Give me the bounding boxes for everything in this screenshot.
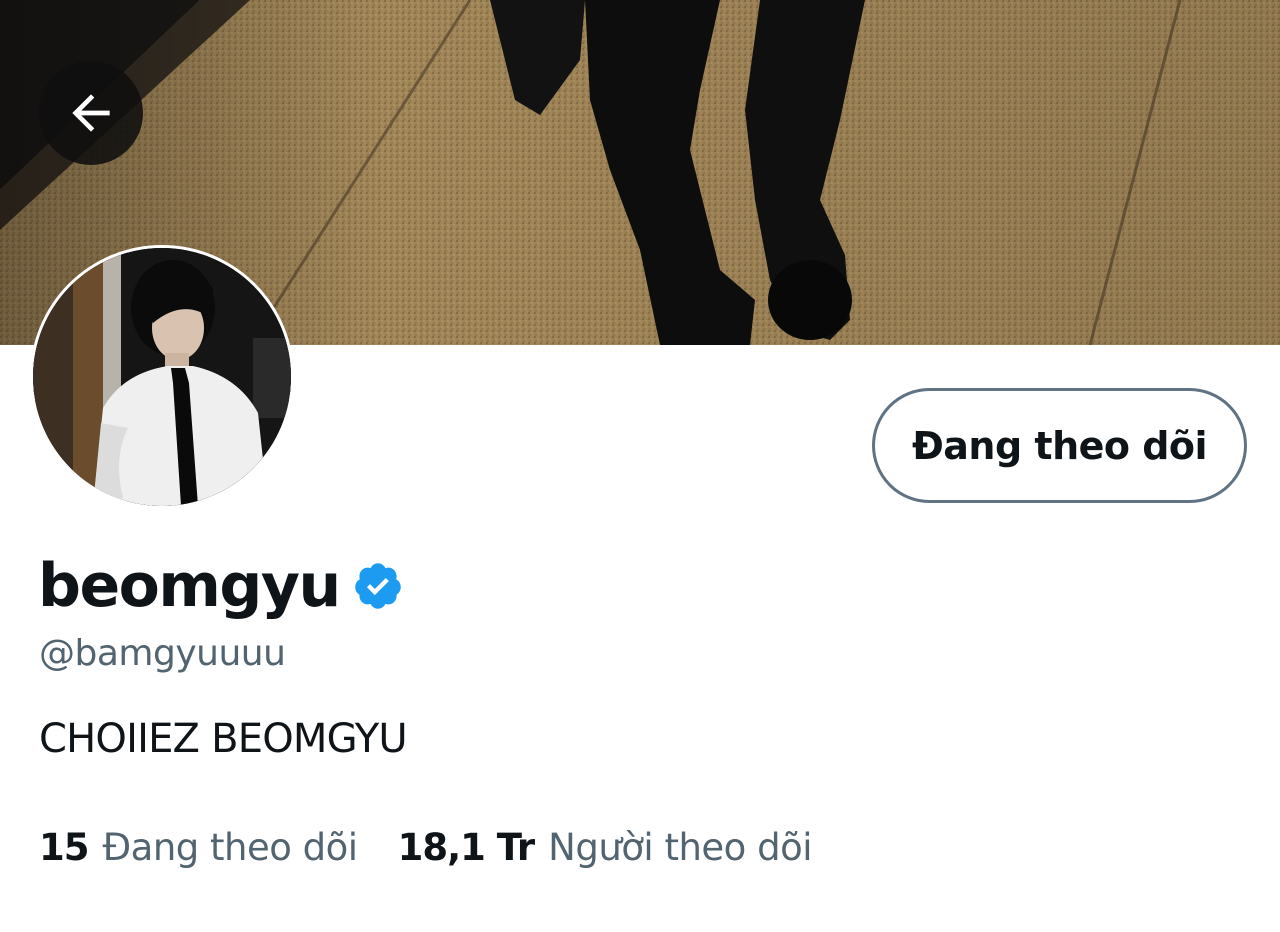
- follow-stats: 15 Đang theo dõi 18,1 Tr Người theo dõi: [39, 824, 812, 872]
- followers-stat-link[interactable]: 18,1 Tr Người theo dõi: [397, 824, 813, 872]
- following-stat-link[interactable]: 15 Đang theo dõi: [39, 824, 358, 872]
- following-count: 15: [39, 826, 89, 869]
- following-button-label: Đang theo dõi: [911, 423, 1208, 468]
- back-button[interactable]: [39, 61, 143, 165]
- avatar-image: [33, 248, 291, 506]
- followers-label: Người theo dõi: [548, 826, 812, 869]
- profile-page: Đang theo dõi beomgyu @bamgyuuuu CHOIIEZ…: [0, 0, 1280, 932]
- arrow-left-icon: [72, 94, 110, 132]
- verified-badge-icon[interactable]: [352, 560, 404, 612]
- followers-count: 18,1 Tr: [397, 826, 536, 869]
- avatar[interactable]: [30, 245, 294, 509]
- display-name-row: beomgyu: [38, 548, 404, 624]
- profile-bio: CHOIIEZ BEOMGYU: [39, 716, 408, 762]
- user-handle: @bamgyuuuu: [39, 633, 286, 674]
- following-label: Đang theo dõi: [102, 826, 359, 869]
- following-button[interactable]: Đang theo dõi: [872, 388, 1247, 503]
- display-name: beomgyu: [38, 551, 341, 621]
